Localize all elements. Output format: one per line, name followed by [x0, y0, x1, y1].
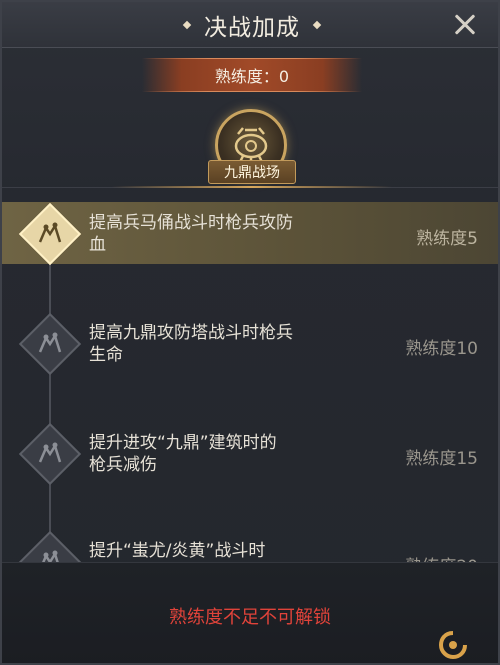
bonus-list[interactable]: 提高兵马俑战斗时枪兵攻防血 熟练度5 提高九鼎攻防塔战斗时枪兵 生命 熟练度10 …: [2, 200, 498, 562]
title-ornament-left: [182, 20, 192, 30]
panel-title: 决战加成: [204, 15, 300, 41]
footer: 熟练度不足不可解锁: [2, 562, 498, 663]
tab-glow-underline: [112, 186, 392, 188]
spearmen-icon: [42, 550, 59, 562]
bonus-description: 提升“蚩尤/炎黄”战斗时: [89, 541, 266, 561]
title-ornament-right: [312, 20, 322, 30]
unlock-warning: 熟练度不足不可解锁: [169, 607, 331, 628]
spearmen-icon: [38, 442, 62, 463]
proficiency-value: 熟练度：0: [214, 67, 290, 86]
tab-jiuding-battlefield[interactable]: 九鼎战场: [208, 160, 296, 184]
close-icon[interactable]: [450, 10, 480, 40]
banner-border-bottom: [142, 91, 362, 92]
progress-line: [49, 230, 51, 562]
bonus-requirement: 熟练度15: [405, 449, 478, 469]
bonus-panel: 决战加成 熟练度：0 九鼎战场 提高兵马俑战斗时枪兵攻防血 熟练度5 提高九鼎攻…: [0, 0, 500, 665]
bonus-row[interactable]: 提高兵马俑战斗时枪兵攻防血 熟练度5: [2, 202, 498, 266]
bonus-description: 提高九鼎攻防塔战斗时枪兵 生命: [89, 323, 293, 365]
watermark-logo-icon: [438, 631, 467, 660]
bonus-row[interactable]: 提升进攻“九鼎”建筑时的 枪兵减伤 熟练度15: [2, 422, 498, 486]
proficiency-banner: 熟练度：0: [142, 58, 362, 92]
bonus-row[interactable]: 提升“蚩尤/炎黄”战斗时 熟练度20: [2, 530, 498, 562]
bonus-requirement: 熟练度10: [405, 339, 478, 359]
bonus-description: 提升进攻“九鼎”建筑时的 枪兵减伤: [89, 433, 277, 475]
panel-header: 决战加成: [2, 2, 498, 48]
banner-border-top: [142, 58, 362, 59]
spearmen-icon: [38, 332, 62, 353]
bonus-requirement: 熟练度5: [416, 229, 478, 249]
title-wrap: 决战加成: [162, 8, 342, 42]
bonus-requirement: 熟练度20: [405, 552, 478, 562]
bonus-row[interactable]: 提高九鼎攻防塔战斗时枪兵 生命 熟练度10: [2, 312, 498, 376]
spearmen-icon: [38, 222, 62, 243]
bonus-description: 提高兵马俑战斗时枪兵攻防血: [89, 213, 293, 255]
